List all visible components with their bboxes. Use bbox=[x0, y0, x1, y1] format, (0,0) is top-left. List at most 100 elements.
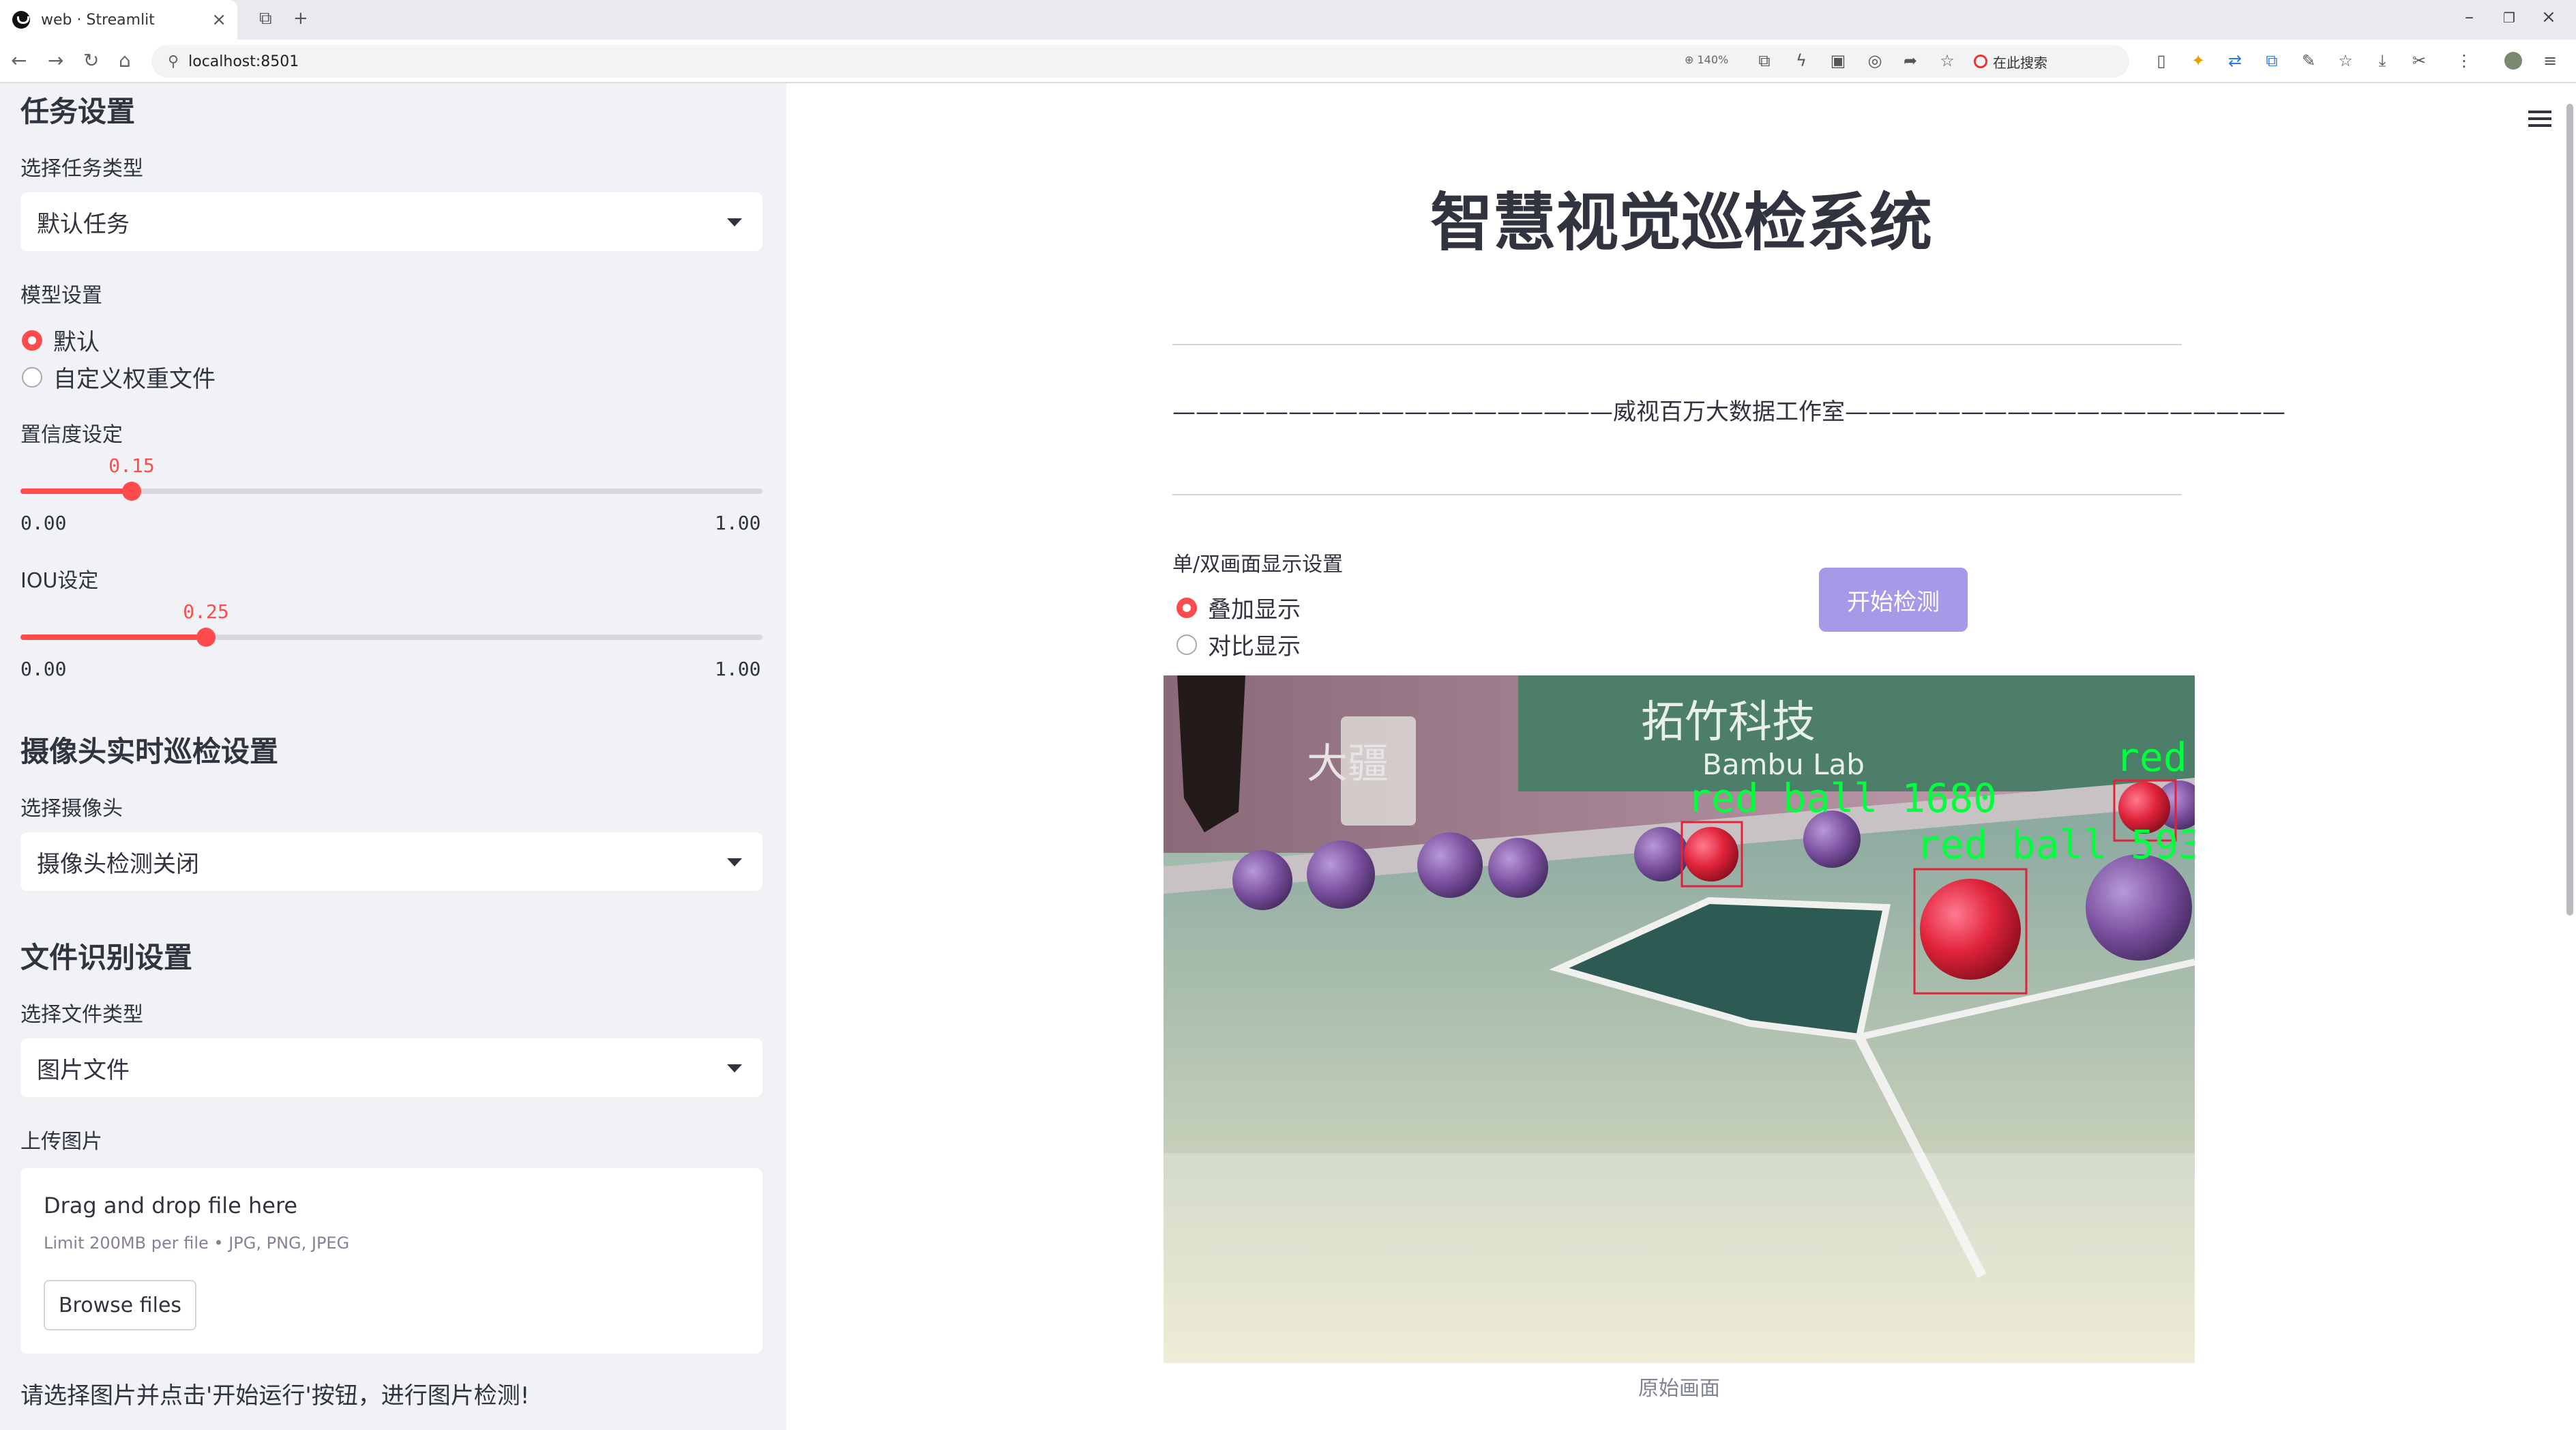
divider bbox=[1172, 344, 2182, 345]
browse-files-button[interactable]: Browse files bbox=[44, 1280, 196, 1330]
camera-value: 摄像头检测关闭 bbox=[37, 850, 199, 878]
upload-limit-text: Limit 200MB per file • JPG, PNG, JPEG bbox=[44, 1234, 350, 1253]
zoom-level: 140% bbox=[1697, 53, 1729, 66]
translate-icon[interactable]: ⇄ bbox=[2226, 52, 2244, 70]
task-settings-heading: 任务设置 bbox=[20, 95, 136, 128]
tab-title: web · Streamlit bbox=[41, 11, 155, 29]
confidence-slider-thumb[interactable] bbox=[122, 482, 141, 501]
upload-label: 上传图片 bbox=[20, 1130, 102, 1154]
search-engine-icon bbox=[1974, 55, 1987, 68]
camera-label: 选择摄像头 bbox=[20, 797, 123, 821]
model-option-default[interactable]: 默认 bbox=[22, 323, 100, 357]
new-tab-icon[interactable]: + bbox=[293, 8, 308, 29]
download-icon[interactable]: ⤓ bbox=[2373, 52, 2391, 70]
page-title: 智慧视觉巡检系统 bbox=[1430, 186, 1932, 259]
file-settings-heading: 文件识别设置 bbox=[20, 941, 193, 974]
iou-label: IOU设定 bbox=[20, 569, 99, 593]
more-icon[interactable]: ⋮ bbox=[2455, 52, 2473, 70]
detection-label-3: red bbox=[2116, 734, 2187, 780]
favorite-star-icon[interactable]: ☆ bbox=[1938, 52, 1956, 70]
model-settings-label: 模型设置 bbox=[20, 284, 102, 308]
zoom-indicator[interactable]: ⊕ 140% bbox=[1685, 53, 1728, 66]
display-option-compare[interactable]: 对比显示 bbox=[1176, 628, 1301, 661]
file-type-select[interactable]: 图片文件 bbox=[20, 1038, 763, 1097]
ai-assistant-icon[interactable]: ✦ bbox=[2189, 52, 2207, 70]
confidence-slider-fill bbox=[20, 488, 132, 494]
main-scrollbar[interactable] bbox=[2564, 83, 2576, 1430]
confidence-max: 1.00 bbox=[715, 512, 761, 534]
bookmark-icon[interactable]: ☆ bbox=[2337, 52, 2354, 70]
radio-empty-icon bbox=[1176, 634, 1197, 655]
browser-window: web · Streamlit × ⧉ + – ❐ × ← → ↻ ⌂ ⚲ lo… bbox=[0, 0, 2576, 1430]
iou-value: 0.25 bbox=[183, 600, 229, 623]
search-box-label: 在此搜索 bbox=[1993, 54, 2047, 71]
file-uploader[interactable]: Drag and drop file here Limit 200MB per … bbox=[20, 1168, 763, 1354]
chevron-down-icon bbox=[727, 858, 742, 866]
chevron-down-icon bbox=[727, 1064, 742, 1072]
display-option-overlay[interactable]: 叠加显示 bbox=[1176, 591, 1301, 624]
radio-selected-icon bbox=[22, 330, 42, 351]
cast-icon[interactable]: ◎ bbox=[1866, 52, 1884, 70]
hamburger-menu-icon[interactable] bbox=[2528, 111, 2551, 127]
screenshot-icon[interactable]: ▣ bbox=[1829, 52, 1847, 70]
phone-icon[interactable]: ▯ bbox=[2152, 52, 2170, 70]
copy-icon[interactable]: ⧉ bbox=[2263, 52, 2281, 70]
iou-slider[interactable] bbox=[20, 628, 763, 647]
main-content: 智慧视觉巡检系统 ———————————————————威视百万大数据工作室——… bbox=[786, 83, 2576, 1430]
search-box[interactable]: 在此搜索 bbox=[1964, 46, 2169, 76]
radio-empty-icon bbox=[22, 366, 42, 388]
extension-icon[interactable]: ⧉ bbox=[1756, 52, 1773, 70]
tab-strip: web · Streamlit × ⧉ + – ❐ × bbox=[0, 0, 2576, 40]
forward-icon[interactable]: → bbox=[48, 49, 63, 72]
display-option-label: 叠加显示 bbox=[1208, 596, 1301, 624]
start-detection-button[interactable]: 开始检测 bbox=[1819, 568, 1968, 632]
browser-tab[interactable]: web · Streamlit × bbox=[0, 0, 237, 40]
task-type-label: 选择任务类型 bbox=[20, 157, 143, 181]
camera-select[interactable]: 摄像头检测关闭 bbox=[20, 832, 763, 891]
confidence-value: 0.15 bbox=[108, 454, 155, 477]
lightning-icon[interactable]: ϟ bbox=[1792, 52, 1810, 70]
scrollbar-thumb[interactable] bbox=[2566, 104, 2573, 916]
detection-label-2: red ball 593 bbox=[1916, 821, 2195, 868]
file-type-label: 选择文件类型 bbox=[20, 1003, 143, 1027]
minimize-icon[interactable]: – bbox=[2465, 7, 2474, 27]
profile-avatar-icon[interactable] bbox=[2504, 52, 2522, 70]
back-icon[interactable]: ← bbox=[11, 49, 27, 72]
tab-close-icon[interactable]: × bbox=[211, 10, 226, 30]
upload-drag-text: Drag and drop file here bbox=[44, 1193, 298, 1219]
iou-slider-thumb[interactable] bbox=[196, 628, 216, 647]
model-option-label: 自定义权重文件 bbox=[53, 366, 216, 393]
wall-banner-text: 大疆 bbox=[1307, 740, 1389, 788]
reload-icon[interactable]: ↻ bbox=[83, 49, 99, 72]
divider bbox=[1172, 494, 2182, 495]
home-icon[interactable]: ⌂ bbox=[119, 49, 131, 72]
detection-label-1: red ball 1680 bbox=[1687, 775, 1997, 821]
camera-settings-heading: 摄像头实时巡检设置 bbox=[20, 735, 279, 768]
share-icon[interactable]: ➦ bbox=[1901, 52, 1919, 70]
radio-selected-icon bbox=[1176, 597, 1197, 618]
model-option-custom[interactable]: 自定义权重文件 bbox=[22, 360, 216, 394]
wall-logo-text: 拓竹科技 bbox=[1641, 697, 1816, 748]
confidence-slider[interactable] bbox=[20, 482, 763, 501]
detection-image: 拓竹科技 Bambu Lab 大疆 red ball 1680 red ball… bbox=[1164, 675, 2195, 1363]
menu-icon[interactable]: ≡ bbox=[2541, 52, 2559, 70]
iou-max: 1.00 bbox=[715, 658, 761, 680]
display-option-label: 对比显示 bbox=[1208, 633, 1301, 660]
address-bar: ← → ↻ ⌂ ⚲ localhost:8501 ⊕ 140% ⧉ ϟ ▣ ◎ … bbox=[0, 40, 2576, 83]
confidence-label: 置信度设定 bbox=[20, 423, 123, 447]
display-settings-label: 单/双画面显示设置 bbox=[1172, 553, 1344, 577]
image-caption: 原始画面 bbox=[1638, 1377, 1720, 1401]
model-option-label: 默认 bbox=[53, 329, 100, 356]
chevron-down-icon bbox=[727, 218, 742, 227]
zoom-icon: ⊕ bbox=[1685, 53, 1698, 66]
tab-group-icon[interactable]: ⧉ bbox=[259, 8, 272, 29]
signature-icon[interactable]: ✎ bbox=[2300, 52, 2318, 70]
restore-icon[interactable]: ❐ bbox=[2503, 10, 2515, 26]
upload-instruction: 请选择图片并点击'开始运行'按钮，进行图片检测! bbox=[20, 1382, 530, 1410]
cut-icon[interactable]: ✂ bbox=[2410, 52, 2428, 70]
file-type-value: 图片文件 bbox=[37, 1056, 130, 1084]
iou-min: 0.00 bbox=[20, 658, 67, 680]
window-close-icon[interactable]: × bbox=[2541, 7, 2556, 27]
streamlit-favicon-icon bbox=[12, 11, 30, 29]
task-type-select[interactable]: 默认任务 bbox=[20, 192, 763, 251]
